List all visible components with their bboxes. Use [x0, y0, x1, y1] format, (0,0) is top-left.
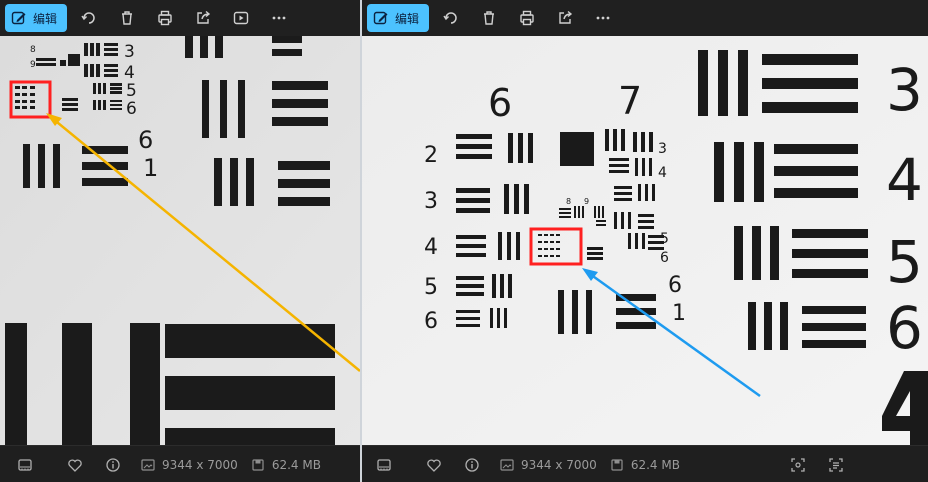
right-big-6: 6 — [886, 294, 923, 362]
filmstrip-icon[interactable] — [17, 457, 33, 473]
left-label-8: 8 — [30, 45, 36, 55]
left-label-4: 4 — [124, 63, 135, 83]
more-icon[interactable] — [587, 4, 619, 32]
left-edit-button[interactable]: 编辑 — [5, 4, 68, 32]
favorite-icon[interactable] — [426, 457, 442, 473]
right-toolbar: 编辑 — [362, 0, 928, 36]
right-label-mid-1: 1 — [672, 301, 686, 326]
left-label-9: 9 — [30, 60, 36, 70]
right-resolution-target-image: 6 7 2 3 4 5 6 3 4 5 6 6 1 8 9 3 4 5 6 — [362, 36, 928, 445]
share-icon[interactable] — [187, 4, 219, 32]
edit-icon — [11, 10, 27, 26]
right-inner-5: 5 — [660, 231, 669, 247]
right-label-mid-6: 6 — [668, 273, 682, 298]
slideshow-icon[interactable] — [225, 4, 257, 32]
left-status-bar: 9344 x 7000 62.4 MB — [0, 445, 360, 482]
left-image-canvas[interactable]: 8 9 3 4 5 6 6 1 — [0, 36, 360, 445]
left-photo-viewer: 编辑 8 9 3 4 5 6 6 1 9344 x 7000 62.4 MB — [0, 0, 362, 482]
right-status-bar: 9344 x 7000 62.4 MB — [362, 445, 928, 482]
left-label-5: 5 — [126, 81, 137, 101]
left-label-big-6: 6 — [138, 126, 153, 154]
right-label-9: 9 — [584, 197, 589, 206]
info-icon[interactable] — [105, 457, 121, 473]
file-size-icon — [609, 457, 625, 473]
right-label-8: 8 — [566, 197, 571, 206]
image-size-icon — [499, 457, 515, 473]
file-size-icon — [250, 457, 266, 473]
filmstrip-icon[interactable] — [376, 457, 392, 473]
image-dimensions: 9344 x 7000 — [162, 457, 238, 472]
right-edit-button[interactable]: 编辑 — [367, 4, 430, 32]
rotate-icon[interactable] — [435, 4, 467, 32]
more-icon[interactable] — [263, 4, 295, 32]
left-label-3: 3 — [124, 42, 135, 62]
scan-icon[interactable] — [790, 457, 806, 473]
right-label-row-5: 5 — [424, 275, 438, 300]
right-inner-6: 6 — [660, 250, 669, 266]
right-inner-3: 3 — [658, 141, 667, 157]
right-big-4: 4 — [886, 146, 923, 214]
image-dimensions: 9344 x 7000 — [521, 457, 597, 472]
left-toolbar: 编辑 — [0, 0, 360, 36]
text-recognition-icon[interactable] — [828, 457, 844, 473]
right-image-canvas[interactable]: 6 7 2 3 4 5 6 3 4 5 6 6 1 8 9 3 4 5 6 — [362, 36, 928, 445]
edit-label: 编辑 — [33, 11, 58, 26]
file-size: 62.4 MB — [630, 457, 680, 472]
print-icon[interactable] — [511, 4, 543, 32]
right-label-top-6: 6 — [488, 81, 512, 125]
edit-icon — [373, 10, 389, 26]
info-icon[interactable] — [464, 457, 480, 473]
left-label-big-1: 1 — [143, 154, 158, 182]
left-label-6: 6 — [126, 99, 137, 119]
edit-label: 编辑 — [395, 11, 420, 26]
right-label-row-6: 6 — [424, 309, 438, 334]
file-size: 62.4 MB — [271, 457, 321, 472]
right-label-row-3: 3 — [424, 189, 438, 214]
right-label-top-7: 7 — [618, 79, 642, 123]
right-photo-viewer: 编辑 6 7 2 3 4 5 6 3 4 5 6 6 1 8 9 3 4 5 6… — [362, 0, 928, 482]
delete-icon[interactable] — [473, 4, 505, 32]
right-label-row-4: 4 — [424, 235, 438, 260]
rotate-icon[interactable] — [73, 4, 105, 32]
right-big-5: 5 — [886, 228, 923, 296]
print-icon[interactable] — [149, 4, 181, 32]
left-resolution-target-image: 8 9 3 4 5 6 6 1 — [0, 36, 360, 445]
delete-icon[interactable] — [111, 4, 143, 32]
right-label-row-2: 2 — [424, 143, 438, 168]
image-size-icon — [140, 457, 156, 473]
right-inner-4: 4 — [658, 165, 667, 181]
share-icon[interactable] — [549, 4, 581, 32]
right-big-3: 3 — [886, 56, 923, 124]
favorite-icon[interactable] — [67, 457, 83, 473]
